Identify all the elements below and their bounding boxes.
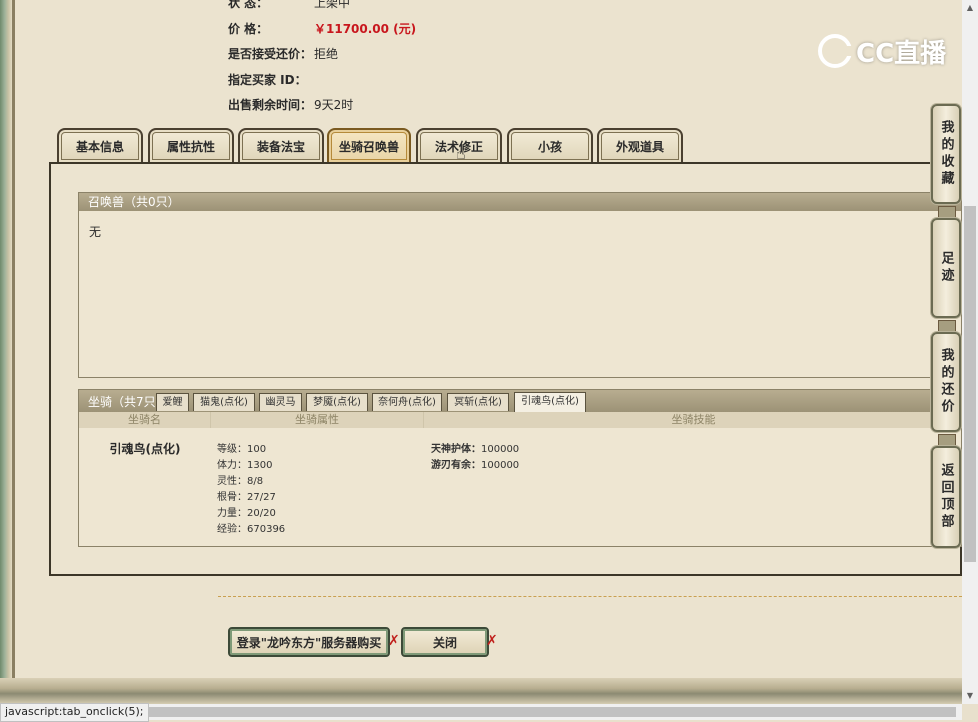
left-frame — [0, 0, 12, 700]
tab-equipment[interactable]: 装备法宝 — [238, 128, 324, 162]
mount-skill-2-value: 100000 — [481, 460, 520, 471]
tab-mount-summon[interactable]: 坐骑召唤兽 — [327, 128, 411, 162]
my-favorites-label: 我的收藏 — [938, 120, 954, 188]
mount-tab-naiheizhou[interactable]: 奈何舟(点化) — [372, 393, 442, 411]
status-row: 状 态： 上架中 — [228, 0, 350, 11]
summon-box: 召唤兽（共0只） 无 — [78, 192, 962, 378]
sidebar-joint — [938, 320, 956, 332]
mount-attr-hp: 体力：1300 — [217, 460, 273, 471]
cc-logo-icon — [818, 34, 854, 68]
mouse-cursor-icon: ☝ — [456, 144, 466, 163]
price-value: ￥11700.00 (元) — [314, 22, 417, 36]
mount-header: 坐骑（共7只） 爱鲤 猫鬼(点化) 幽灵马 梦魇(点化) 奈何舟(点化) 冥斩(… — [79, 390, 961, 412]
price-row: 价 格： ￥11700.00 (元) — [228, 20, 416, 37]
mount-name: 引魂鸟(点化) — [109, 442, 181, 456]
mount-attr-spirit: 灵性：8/8 — [217, 476, 264, 487]
tab-child[interactable]: 小孩 — [507, 128, 593, 162]
mount-attr-exp: 经验：670396 — [217, 524, 286, 535]
mount-attr-level: 等级：100 — [217, 444, 267, 455]
bargain-value: 拒绝 — [314, 47, 339, 61]
bargain-label: 是否接受还价： — [228, 47, 313, 61]
my-bargain-label: 我的还价 — [938, 348, 954, 416]
logo-text: CC直播 — [856, 38, 947, 69]
my-favorites-button[interactable]: 我的收藏 — [931, 104, 961, 204]
horizontal-scroll-thumb[interactable] — [120, 707, 956, 717]
col-mount-attr: 坐骑属性 — [211, 412, 424, 428]
browser-status-bar: javascript:tab_onclick(5); — [0, 703, 149, 722]
price-label: 价 格： — [228, 22, 269, 36]
remain-value: 9天2时 — [314, 98, 354, 112]
scroll-down-arrow-icon[interactable]: ▼ — [962, 688, 978, 704]
mount-skill-1: 天神护体：100000 — [431, 440, 519, 455]
tab-appearance[interactable]: 外观道具 — [597, 128, 683, 162]
mount-box: 坐骑（共7只） 爱鲤 猫鬼(点化) 幽灵马 梦魇(点化) 奈何舟(点化) 冥斩(… — [78, 389, 963, 547]
col-mount-name: 坐骑名 — [79, 412, 211, 428]
mount-attr-bone: 根骨：27/27 — [217, 492, 276, 503]
buyer-row: 指定买家 ID： — [228, 71, 314, 88]
decor-mark-icon: ✗ — [486, 633, 498, 649]
cc-live-logo: CC直播 — [818, 30, 948, 72]
mount-tab-mingzhan[interactable]: 冥斩(点化) — [447, 393, 509, 411]
status-label: 状 态： — [228, 0, 269, 10]
mount-skill-1-name: 天神护体： — [431, 444, 481, 455]
mount-tab-maogui[interactable]: 猫鬼(点化) — [193, 393, 255, 411]
summon-header: 召唤兽（共0只） — [79, 193, 961, 211]
summon-empty-text: 无 — [89, 225, 102, 239]
remain-label: 出售剩余时间： — [228, 98, 313, 112]
mount-skill-2: 游刃有余：100000 — [431, 456, 519, 471]
status-value: 上架中 — [314, 0, 351, 10]
scroll-up-arrow-icon[interactable]: ▲ — [962, 0, 978, 16]
decor-mark-icon: ✗ — [388, 633, 400, 649]
tab-basic-info[interactable]: 基本信息 — [57, 128, 143, 162]
mount-attr-strength: 力量：20/20 — [217, 508, 276, 519]
footprint-label: 足迹 — [938, 251, 954, 285]
my-bargain-button[interactable]: 我的还价 — [931, 332, 961, 432]
summon-body: 无 — [79, 211, 961, 376]
footprint-button[interactable]: 足迹 — [931, 218, 961, 318]
sidebar-joint — [938, 206, 956, 218]
bargain-row: 是否接受还价： 拒绝 — [228, 45, 338, 62]
back-to-top-label: 返回顶部 — [938, 463, 954, 531]
mount-skill-2-name: 游刃有余： — [431, 460, 481, 471]
mount-tab-yinhunniao[interactable]: 引魂鸟(点化) — [514, 392, 586, 412]
back-to-top-button[interactable]: 返回顶部 — [931, 446, 961, 548]
dashed-divider — [218, 596, 962, 597]
bottom-frame — [0, 678, 962, 704]
mount-skill-1-value: 100000 — [481, 444, 520, 455]
mount-tab-mengyan[interactable]: 梦魇(点化) — [306, 393, 368, 411]
col-mount-skill: 坐骑技能 — [424, 412, 963, 428]
mount-tab-youlingma[interactable]: 幽灵马 — [259, 393, 302, 411]
close-button[interactable]: 关闭 — [401, 627, 489, 657]
remain-row: 出售剩余时间： 9天2时 — [228, 96, 353, 113]
login-server-buy-button[interactable]: 登录"龙吟东方"服务器购买 — [228, 627, 390, 657]
buyer-label: 指定买家 ID： — [228, 73, 307, 87]
sidebar-joint — [938, 434, 956, 446]
tab-attributes[interactable]: 属性抗性 — [148, 128, 234, 162]
vertical-scroll-thumb[interactable] — [964, 206, 976, 562]
mount-tab-aili[interactable]: 爱鲤 — [156, 393, 189, 411]
